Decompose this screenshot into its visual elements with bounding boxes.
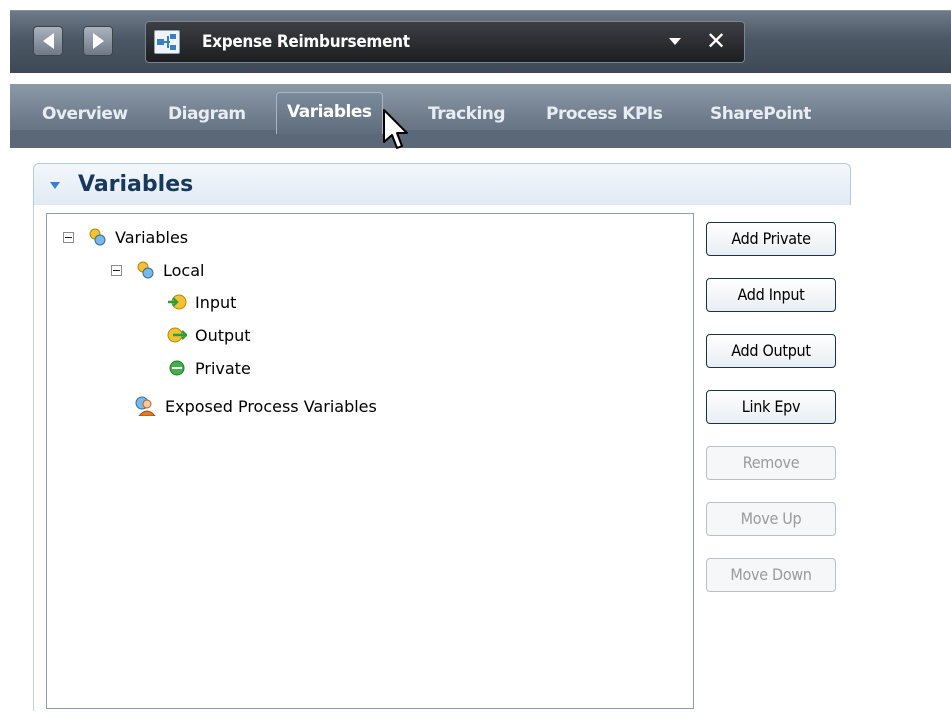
editor-header: Expense Reimbursement ✕ Overview Diagram… [0,0,951,148]
tree-item-label: Exposed Process Variables [165,396,377,416]
close-icon[interactable]: ✕ [706,27,726,55]
tree-item-local[interactable]: Local [111,255,204,285]
tree-item-output[interactable]: Output [167,320,251,350]
tab-overview[interactable]: Overview [42,98,128,134]
document-title: Expense Reimbursement [202,32,410,52]
variables-icon [87,227,107,247]
tab-diagram[interactable]: Diagram [168,98,246,134]
back-button[interactable] [33,26,63,56]
link-epv-button[interactable]: Link Epv [706,390,836,424]
variables-icon [135,260,155,280]
tree-item-label: Private [195,358,251,378]
add-private-button[interactable]: Add Private [706,222,836,256]
forward-button[interactable] [83,26,113,56]
mouse-cursor-icon [383,109,408,149]
document-selector[interactable]: Expense Reimbursement ✕ [145,21,745,63]
collapse-toggle-icon[interactable] [111,264,122,276]
variables-tree[interactable]: Variables Local Input Output Private Exp… [46,213,694,709]
tab-sharepoint[interactable]: SharePoint [710,98,811,134]
collapse-arrow-icon[interactable] [50,182,60,189]
move-down-button[interactable]: Move Down [706,558,836,592]
chevron-down-icon[interactable] [669,38,681,45]
tree-item-private[interactable]: Private [167,353,251,383]
process-diagram-icon [154,30,180,54]
green-circle-icon [167,358,187,378]
tree-item-input[interactable]: Input [167,287,236,317]
tab-process-kpis[interactable]: Process KPIs [546,98,663,134]
remove-button[interactable]: Remove [706,446,836,480]
tree-item-label: Output [195,325,251,345]
tree-item-label: Variables [115,227,189,247]
tree-item-variables[interactable]: Variables [63,222,188,252]
user-group-icon [133,396,157,417]
output-arrow-icon [167,325,188,345]
move-up-button[interactable]: Move Up [706,502,836,536]
tree-item-label: Input [195,292,237,312]
add-input-button[interactable]: Add Input [706,278,836,312]
forward-arrow-icon [92,33,104,49]
collapse-toggle-icon[interactable] [63,231,74,243]
tree-item-label: Local [163,260,205,280]
tree-item-exposed-process-variables[interactable]: Exposed Process Variables [133,391,377,421]
back-arrow-icon [42,33,54,49]
section-title: Variables [78,172,194,197]
tab-tracking[interactable]: Tracking [428,98,506,134]
tab-variables[interactable]: Variables [276,92,383,134]
input-arrow-icon [167,292,187,312]
add-output-button[interactable]: Add Output [706,334,836,368]
section-header[interactable]: Variables [33,163,851,205]
